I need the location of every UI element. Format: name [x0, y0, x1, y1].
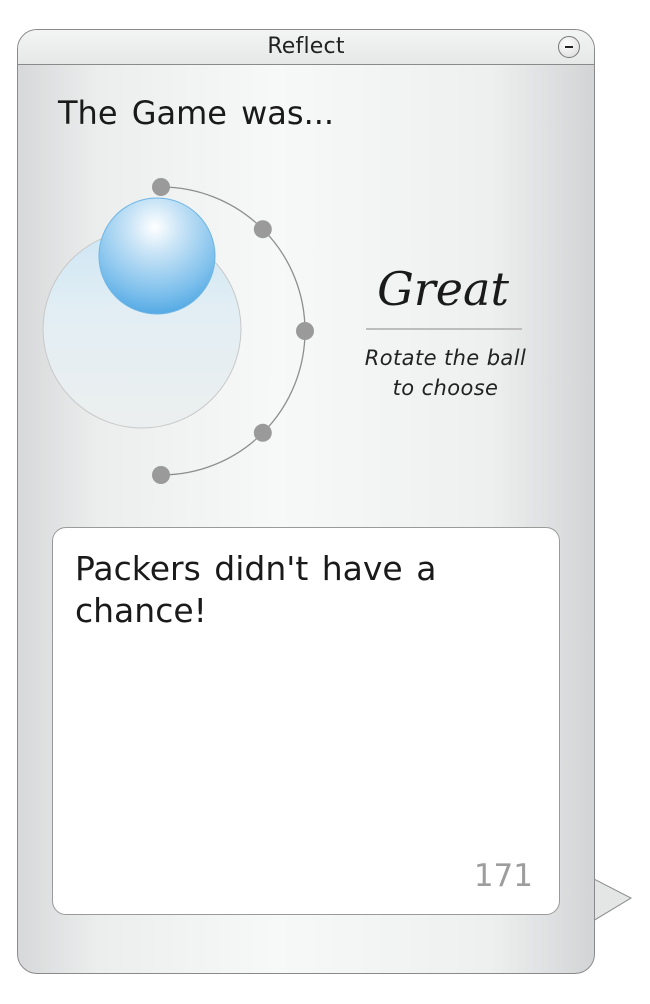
selector-ball[interactable] [98, 197, 216, 315]
character-count: 171 [473, 858, 533, 894]
selected-rating-label: Great [377, 262, 509, 316]
speech-bubble-pointer [588, 875, 633, 925]
rating-option-dot[interactable] [253, 220, 272, 239]
rating-hint: Rotate the ball to choose [343, 343, 548, 403]
reflect-window: Reflect The Game was... Great Rotate the… [17, 29, 595, 974]
rating-divider [366, 328, 522, 330]
rating-hint-text: Rotate the ball to choose [364, 346, 527, 400]
comment-box[interactable]: Packers didn't have a chance! 171 [52, 527, 560, 915]
rating-option-dot[interactable] [152, 178, 170, 196]
reflect-screen: Reflect The Game was... Great Rotate the… [0, 0, 650, 1004]
comment-text[interactable]: Packers didn't have a chance! [75, 548, 525, 632]
rating-option-dot[interactable] [253, 423, 272, 442]
rating-option-dot[interactable] [152, 466, 170, 484]
rating-option-dot[interactable] [296, 322, 314, 340]
